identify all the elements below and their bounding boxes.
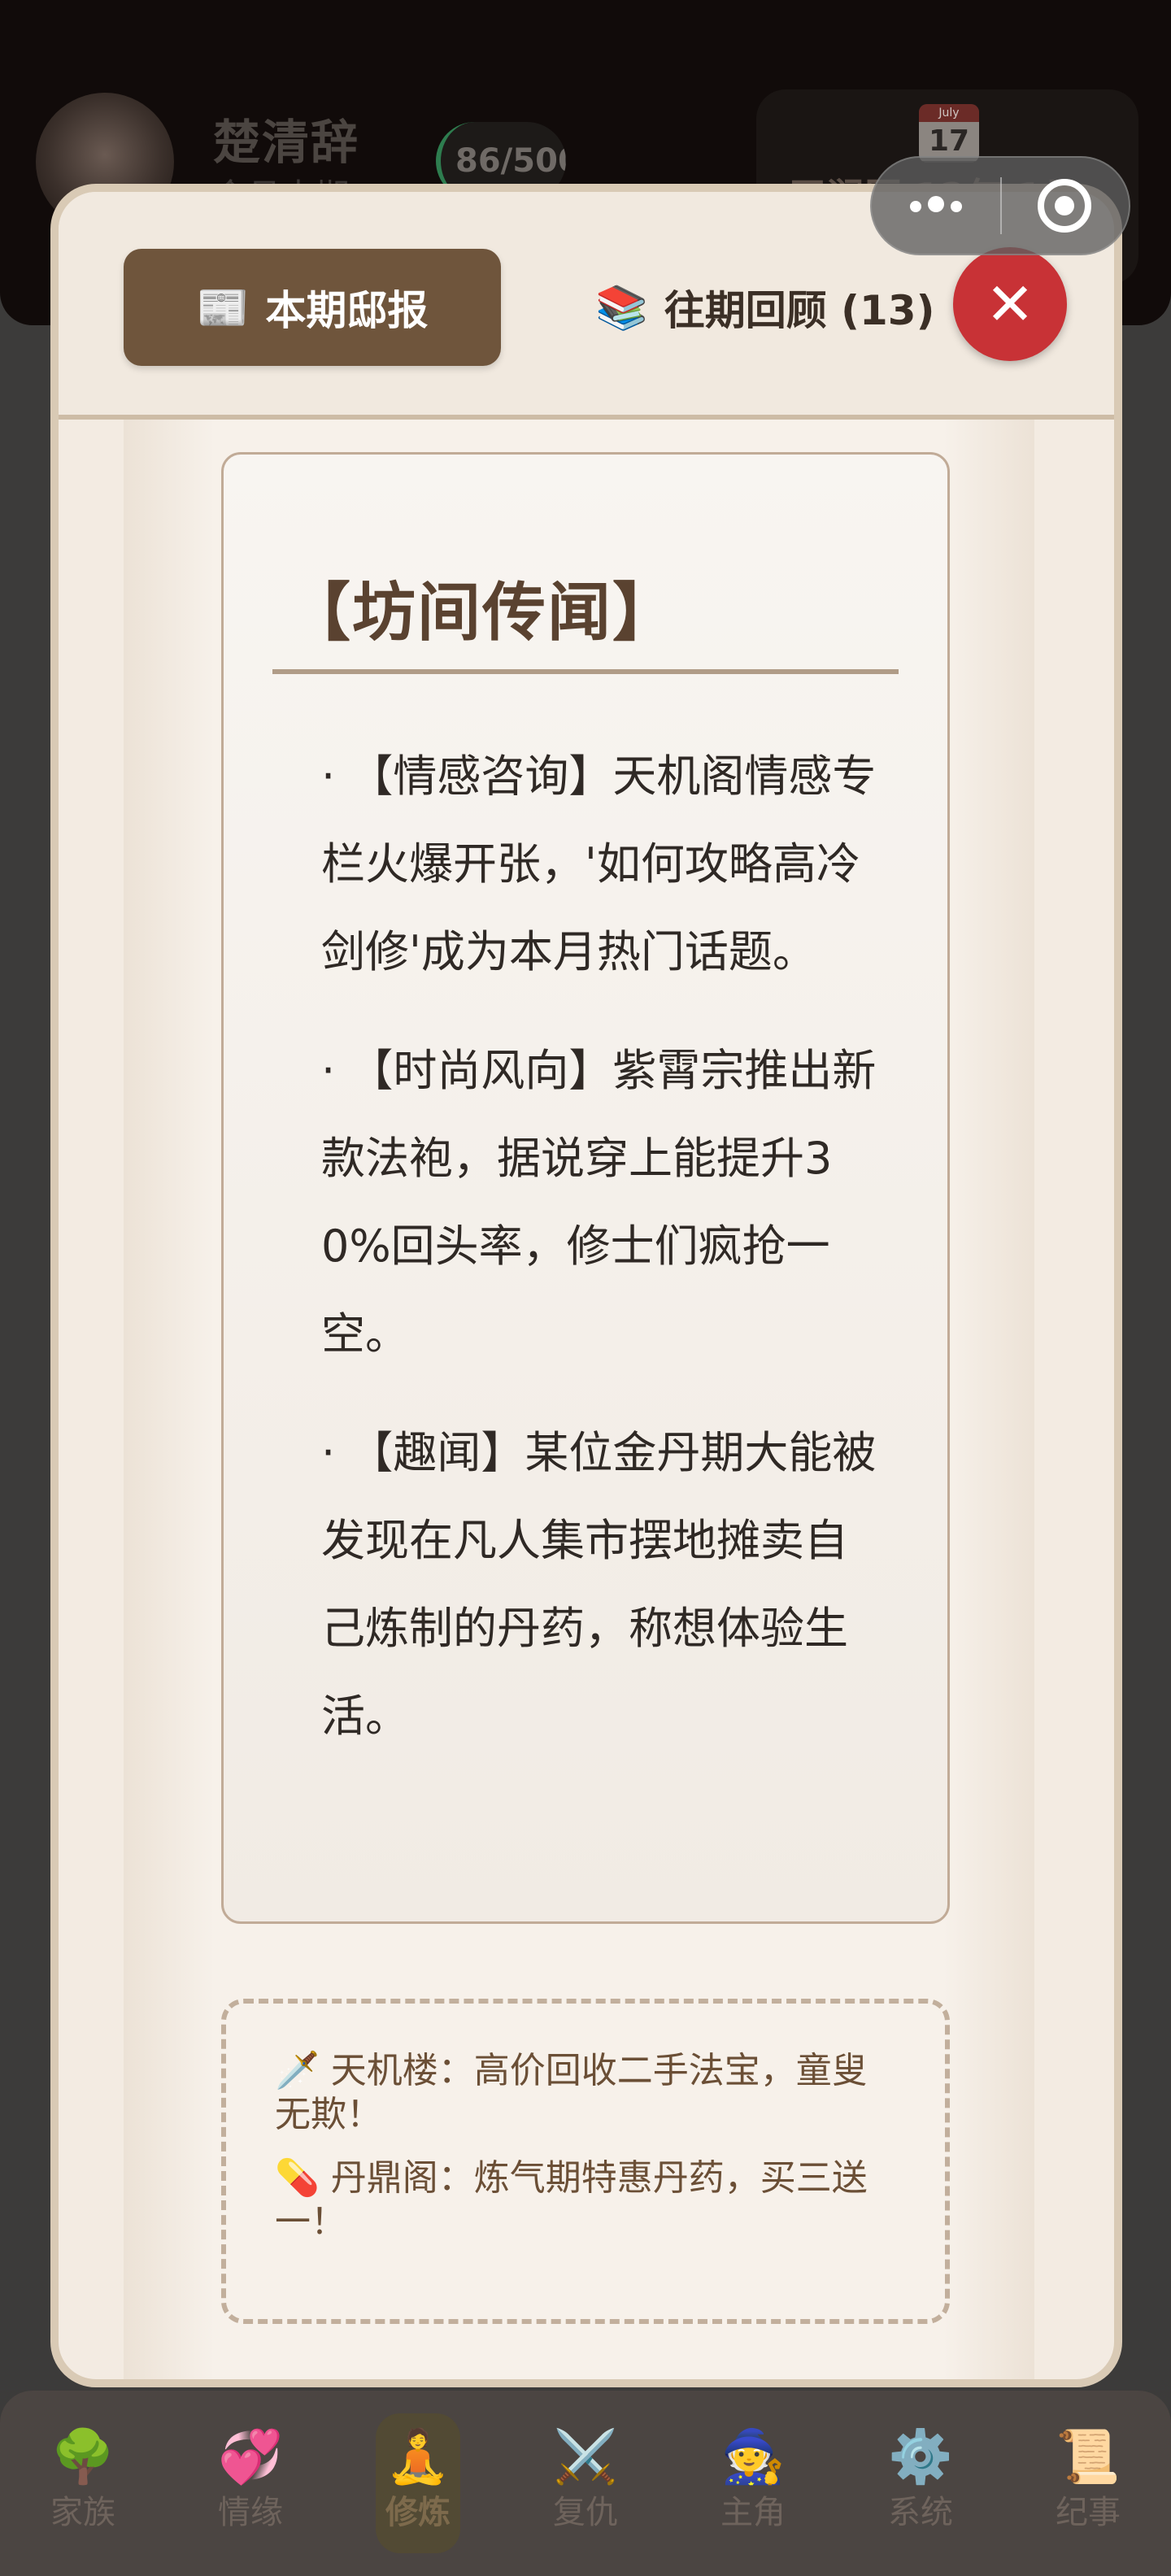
nav-item-romance[interactable]: 💞 情缘 [202,2426,299,2537]
nav-item-chronicle[interactable]: 📜 纪事 [1039,2426,1137,2537]
ad-text: 丹鼎阁：炼气期特惠丹药，买三送一！ [275,2157,868,2243]
player-name: 楚清辞 [213,115,360,170]
more-button[interactable] [872,158,1000,254]
calendar-icon: July 17 [919,104,979,163]
nav-item-cultivation[interactable]: 🧘 修炼 [369,2426,467,2537]
nav-label: 纪事 [1056,2494,1121,2531]
nav-label: 复仇 [553,2494,618,2531]
meditation-icon: 🧘 [385,2427,451,2487]
news-section: 【坊间传闻】 · 【情感咨询】天机阁情感专栏火爆开张，'如何攻略高冷剑修'成为本… [221,452,950,1924]
news-item: · 【情感咨询】天机阁情感专栏火爆开张，'如何攻略高冷剑修'成为本月热门话题。 [321,751,877,977]
newspaper-icon: 📰 [196,283,250,333]
advertisement-box: 🗡️ 天机楼：高价回收二手法宝，童叟无欺！ 💊 丹鼎阁：炼气期特惠丹药，买三送一… [221,1999,950,2324]
nav-label: 主角 [720,2494,786,2531]
nav-item-revenge[interactable]: ⚔️ 复仇 [537,2426,634,2537]
pill-icon: 💊 [275,2157,320,2199]
capsule-divider [1000,177,1002,234]
calendar-month: July [919,104,979,122]
nav-label: 修炼 [385,2494,451,2531]
books-icon: 📚 [595,283,648,333]
ad-item: 🗡️ 天机楼：高价回收二手法宝，童叟无欺！ [275,2049,896,2137]
nav-label: 情缘 [218,2494,283,2531]
close-button[interactable]: ✕ [953,247,1067,361]
nav-label: 家族 [50,2494,115,2531]
tree-icon: 🌳 [50,2427,115,2487]
gazette-modal: 📰 本期邸报 📚 往期回顾 (13) ✕ 【坊间传闻】 · 【情感咨询】天机阁情… [50,184,1122,2387]
gear-icon: ⚙️ [888,2427,953,2487]
dagger-icon: 🗡️ [275,2050,320,2091]
nav-item-system[interactable]: ⚙️ 系统 [872,2426,969,2537]
news-list: · 【情感咨询】天机阁情感专栏火爆开张，'如何攻略高冷剑修'成为本月热门话题。 … [321,733,890,1791]
news-item: · 【趣闻】某位金丹期大能被发现在凡人集市摆地摊卖自己炼制的丹药，称想体验生活。 [321,1427,877,1742]
section-title: 【坊间传闻】 [287,577,678,650]
nav-item-protagonist[interactable]: 🧙 主角 [704,2426,802,2537]
tab-label: 本期邸报 [265,287,429,334]
news-item: · 【时尚风向】紫霄宗推出新款法袍，据说穿上能提升30%回头率，修士们疯抢一空。 [321,1045,877,1360]
hearts-icon: 💞 [218,2427,283,2487]
nav-item-family[interactable]: 🌳 家族 [34,2426,132,2537]
calendar-day: 17 [919,122,979,161]
nav-label: 系统 [888,2494,953,2531]
scroll-icon: 📜 [1056,2427,1121,2487]
section-divider [272,669,899,674]
ad-item: 💊 丹鼎阁：炼气期特惠丹药，买三送一！ [275,2156,896,2244]
mage-icon: 🧙 [720,2427,786,2487]
miniprogram-capsule [870,156,1130,255]
ad-text: 天机楼：高价回收二手法宝，童叟无欺！ [275,2050,868,2135]
tab-current-gazette[interactable]: 📰 本期邸报 [124,249,501,366]
exit-miniprogram-icon[interactable] [1038,179,1091,233]
tab-label: 往期回顾 (13) [664,287,935,334]
tab-past-issues[interactable]: 📚 往期回顾 (13) [595,249,934,366]
crossed-swords-icon: ⚔️ [553,2427,618,2487]
more-dots-icon [907,196,965,215]
close-icon: ✕ [985,270,1035,338]
